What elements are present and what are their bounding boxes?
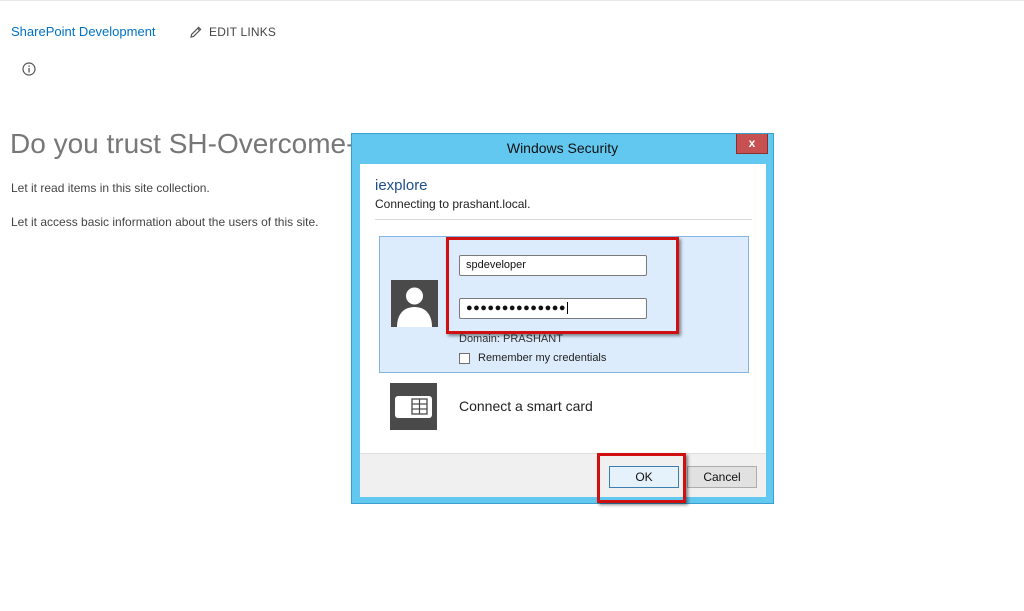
smart-card-icon <box>395 396 432 418</box>
site-name-link[interactable]: SharePoint Development <box>11 24 156 39</box>
trust-question-title: Do you trust SH-Overcome- <box>10 128 355 159</box>
credential-panel[interactable]: spdeveloper ●●●●●●●●●●●●●● Domain: PRASH… <box>379 236 749 373</box>
close-button[interactable]: x <box>736 134 768 154</box>
info-icon[interactable] <box>22 62 36 76</box>
cancel-button[interactable]: Cancel <box>687 466 757 488</box>
ok-button[interactable]: OK <box>609 466 679 488</box>
user-icon <box>397 287 432 327</box>
checkbox-box[interactable] <box>459 352 470 364</box>
dialog-footer: OK Cancel <box>360 453 766 497</box>
domain-text: Domain: PRASHANT <box>459 333 563 345</box>
edit-links-button[interactable]: EDIT LINKS <box>190 25 276 39</box>
dialog-title: Windows Security <box>506 140 619 156</box>
permission-read-items: Let it read items in this site collectio… <box>11 181 210 195</box>
separator <box>375 219 752 220</box>
dialog-body: iexplore Connecting to prashant.local. s… <box>360 164 766 453</box>
remember-label: Remember my credentials <box>478 352 607 364</box>
app-name: iexplore <box>375 177 428 194</box>
user-tile <box>391 280 438 327</box>
smart-card-tile[interactable] <box>390 383 437 430</box>
edit-links-label: EDIT LINKS <box>209 25 277 39</box>
text-caret <box>567 302 569 315</box>
windows-security-dialog: Windows Security x iexplore Connecting t… <box>351 133 774 504</box>
top-divider <box>0 0 1024 1</box>
remember-credentials-checkbox[interactable]: Remember my credentials <box>459 352 606 364</box>
smart-card-label[interactable]: Connect a smart card <box>459 398 593 414</box>
pencil-icon <box>190 26 202 38</box>
password-input[interactable]: ●●●●●●●●●●●●●● <box>459 298 647 319</box>
permission-user-info: Let it access basic information about th… <box>11 215 319 229</box>
password-mask: ●●●●●●●●●●●●●● <box>466 302 567 314</box>
username-input[interactable]: spdeveloper <box>459 255 647 276</box>
connecting-text: Connecting to prashant.local. <box>375 197 531 211</box>
